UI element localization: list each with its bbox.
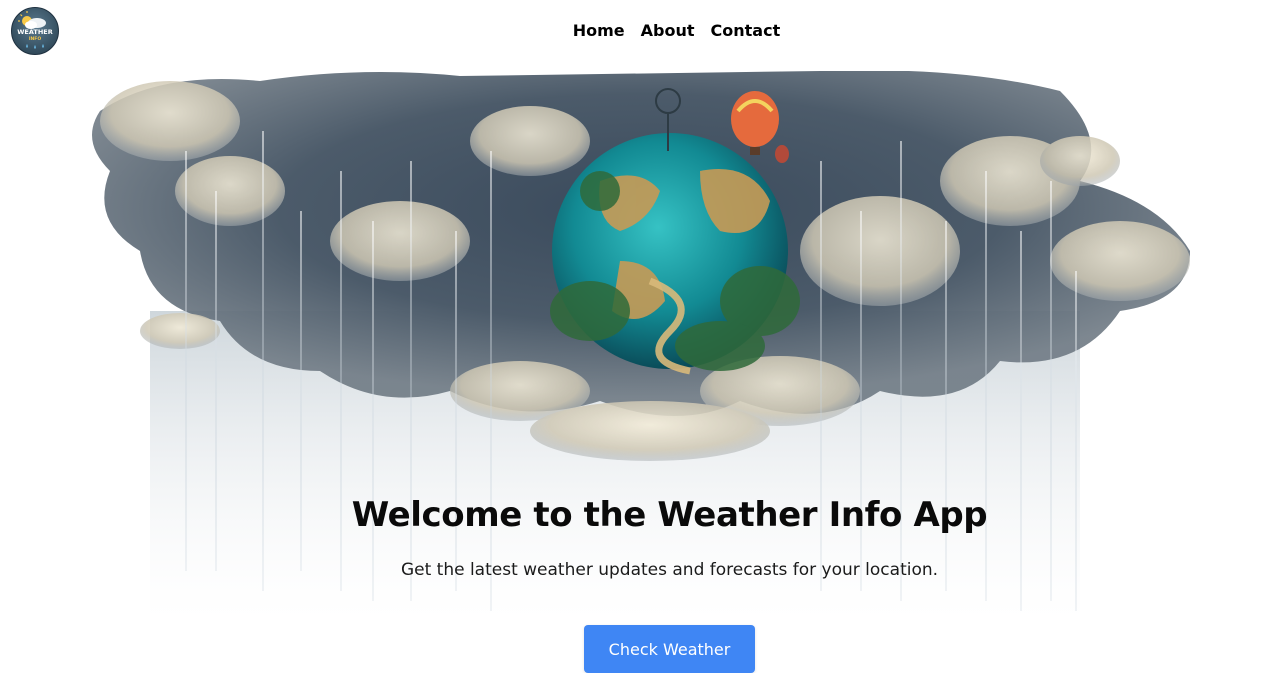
nav-link-home[interactable]: Home [573, 18, 625, 44]
hero-section: Welcome to the Weather Info App Get the … [0, 71, 1271, 673]
hero-title: Welcome to the Weather Info App [351, 495, 988, 535]
check-weather-button[interactable]: Check Weather [584, 625, 755, 673]
hero-subtitle: Get the latest weather updates and forec… [400, 560, 939, 580]
nav-links: Home About Contact [0, 18, 1271, 44]
navbar: WEATHER INFO Home About Contact [0, 0, 1271, 64]
nav-link-contact[interactable]: Contact [711, 18, 781, 44]
globe-storm-cloud-illustration [92, 71, 1190, 622]
nav-link-about[interactable]: About [641, 18, 695, 44]
